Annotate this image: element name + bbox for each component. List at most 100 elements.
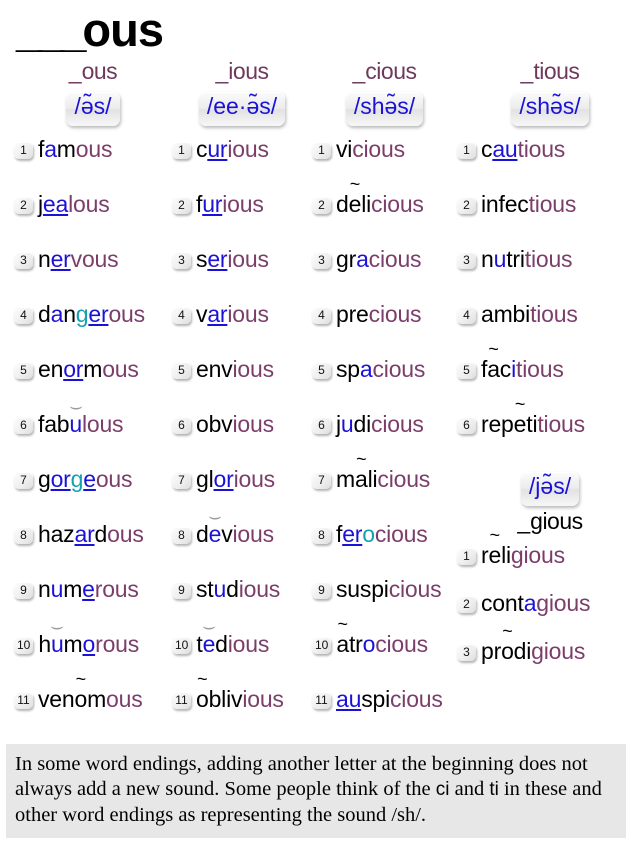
word-row[interactable]: 9 suspicious xyxy=(312,578,457,633)
word-row[interactable]: 1 famous xyxy=(14,138,172,193)
phonetic-badge-wrap-gious: /jə̃s/ xyxy=(457,472,643,506)
word-row[interactable]: 6 repetitious xyxy=(457,413,643,468)
word-text[interactable]: furious xyxy=(196,193,264,216)
word-row[interactable]: 6 judicious xyxy=(312,413,457,468)
word-text[interactable]: contagious xyxy=(481,592,590,615)
word-text[interactable]: prodigious xyxy=(481,640,585,663)
word-text[interactable]: devious xyxy=(196,523,274,546)
word-row[interactable]: 5 spacious xyxy=(312,358,457,413)
word-text[interactable]: famous xyxy=(38,138,112,161)
word-text[interactable]: ambitious xyxy=(481,303,578,326)
word-text[interactable]: vicious xyxy=(336,138,405,161)
word-row[interactable]: 5 envious xyxy=(172,358,312,413)
word-row[interactable]: 2 delicious xyxy=(312,193,457,248)
word-text[interactable]: ferocious xyxy=(336,523,428,546)
word-row[interactable]: 3 nervous xyxy=(14,248,172,303)
word-text[interactable]: facitious xyxy=(481,358,564,381)
word-row[interactable]: 3 prodigious xyxy=(457,640,643,688)
phonetic-badge-gious[interactable]: /jə̃s/ xyxy=(520,472,580,506)
word-row[interactable]: 3 serious xyxy=(172,248,312,303)
word-row[interactable]: 2 infectious xyxy=(457,193,643,248)
word-row[interactable]: 1 religious xyxy=(457,544,643,592)
phonetic-badge-ious[interactable]: /ee·ə̃s/ xyxy=(198,92,286,126)
word-row[interactable]: 5 facitious xyxy=(457,358,643,413)
word-row[interactable]: 10humorous xyxy=(14,633,172,688)
word-row[interactable]: 9 studious xyxy=(172,578,312,633)
column-heading-suffix: ous xyxy=(81,58,118,84)
word-text[interactable]: delicious xyxy=(336,193,424,216)
word-text[interactable]: humorous xyxy=(38,633,139,656)
word-text[interactable]: enormous xyxy=(38,358,139,381)
word-row[interactable]: 1 curious xyxy=(172,138,312,193)
word-text[interactable]: gracious xyxy=(336,248,422,271)
word-row[interactable]: 7 malicious xyxy=(312,468,457,523)
word-number-badge: 3 xyxy=(14,252,33,269)
word-row[interactable]: 4 various xyxy=(172,303,312,358)
word-text[interactable]: venomous xyxy=(38,688,143,711)
word-text[interactable]: curious xyxy=(196,138,269,161)
word-text[interactable]: glorious xyxy=(196,468,275,491)
word-row[interactable]: 6 obvious xyxy=(172,413,312,468)
word-text[interactable]: tedious xyxy=(196,633,269,656)
word-text[interactable]: cautious xyxy=(481,138,565,161)
word-row[interactable]: 1 vicious xyxy=(312,138,457,193)
word-text[interactable]: jealous xyxy=(38,193,110,216)
word-row[interactable]: 4 dangerous xyxy=(14,303,172,358)
word-row[interactable]: 10atrocious xyxy=(312,633,457,688)
word-text[interactable]: dangerous xyxy=(38,303,145,326)
word-row[interactable]: 10tedious xyxy=(172,633,312,688)
word-text[interactable]: fabulous xyxy=(38,413,124,436)
column-heading-blank: _ xyxy=(520,58,534,84)
word-text[interactable]: numerous xyxy=(38,578,139,601)
word-number-badge: 5 xyxy=(172,362,191,379)
phonetic-badge-ous[interactable]: /ə̃s/ xyxy=(66,92,120,126)
word-row[interactable]: 11 auspicious xyxy=(312,688,457,743)
word-text[interactable]: repetitious xyxy=(481,413,585,436)
word-row[interactable]: 1 cautious xyxy=(457,138,643,193)
word-text[interactable]: gorgeous xyxy=(38,468,133,491)
word-text[interactable]: suspicious xyxy=(336,578,442,601)
word-row[interactable]: 7 gorgeous xyxy=(14,468,172,523)
word-row[interactable]: 8 ferocious xyxy=(312,523,457,578)
phonetic-badge-cious[interactable]: /shə̃s/ xyxy=(345,92,424,126)
word-text[interactable]: spacious xyxy=(336,358,425,381)
word-row[interactable]: 2 contagious xyxy=(457,592,643,640)
word-number-badge: 3 xyxy=(457,644,476,661)
page-title: ___ous xyxy=(16,6,164,53)
phonetic-badge-tious[interactable]: /shə̃s/ xyxy=(511,92,589,126)
word-row[interactable]: 11 venomous xyxy=(14,688,172,743)
word-text[interactable]: oblivious xyxy=(196,688,284,711)
word-text[interactable]: nutritious xyxy=(481,248,573,271)
word-text[interactable]: serious xyxy=(196,248,269,271)
word-text[interactable]: nervous xyxy=(38,248,119,271)
word-text[interactable]: judicious xyxy=(336,413,424,436)
word-text[interactable]: obvious xyxy=(196,413,274,436)
word-text[interactable]: precious xyxy=(336,303,422,326)
word-text[interactable]: envious xyxy=(196,358,274,381)
word-text[interactable]: atrocious xyxy=(336,633,428,656)
word-row[interactable]: 6 fabulous xyxy=(14,413,172,468)
word-row[interactable]: 3 gracious xyxy=(312,248,457,303)
word-row[interactable]: 2 jealous xyxy=(14,193,172,248)
word-row[interactable]: 4 precious xyxy=(312,303,457,358)
word-list-tious: 1 cautious 2 infectious 3 nutritious 4 ambitiou… xyxy=(457,138,643,468)
word-text[interactable]: malicious xyxy=(336,468,430,491)
word-row[interactable]: 8 hazardous xyxy=(14,523,172,578)
word-number-badge: 10 xyxy=(14,637,34,654)
word-row[interactable]: 3 nutritious xyxy=(457,248,643,303)
word-row[interactable]: 2 furious xyxy=(172,193,312,248)
word-list-gious: 1 religious 2 contagious 3 prodigious xyxy=(457,544,643,688)
word-row[interactable]: 4 ambitious xyxy=(457,303,643,358)
word-text[interactable]: auspicious xyxy=(336,688,443,711)
word-text[interactable]: infectious xyxy=(481,193,576,216)
word-row[interactable]: 9 numerous xyxy=(14,578,172,633)
word-text[interactable]: studious xyxy=(196,578,280,601)
word-text[interactable]: religious xyxy=(481,544,565,567)
word-text[interactable]: hazardous xyxy=(38,523,144,546)
word-row[interactable]: 7 glorious xyxy=(172,468,312,523)
word-text[interactable]: various xyxy=(196,303,269,326)
phonetic-badge-wrap-ious: /ee·ə̃s/ xyxy=(172,92,312,126)
word-row[interactable]: 11 oblivious xyxy=(172,688,312,743)
word-row[interactable]: 5 enormous xyxy=(14,358,172,413)
word-row[interactable]: 8 devious xyxy=(172,523,312,578)
